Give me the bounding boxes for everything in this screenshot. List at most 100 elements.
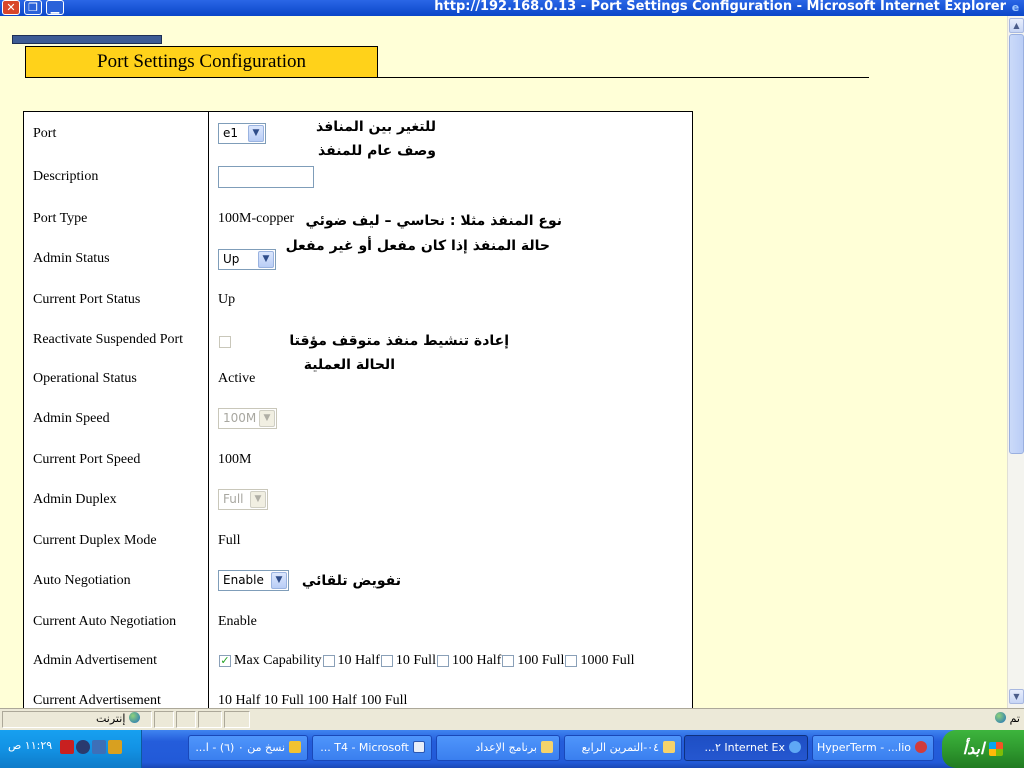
page-content: Port Settings Configuration Port e1 ▼ De… (0, 16, 1007, 708)
admin-speed-select-value: 100M (223, 411, 257, 425)
description-input[interactable] (218, 166, 314, 188)
folder-icon (663, 741, 675, 753)
close-window-button[interactable]: ✕ (2, 0, 20, 15)
ie-icon (789, 741, 801, 753)
port-type-label: Port Type (33, 211, 88, 226)
tray-app-icon[interactable] (60, 740, 74, 754)
task-label: T4 - Microsoft ... (320, 741, 409, 754)
status-panel (224, 711, 250, 728)
admin-speed-select[interactable]: 100M ▼ (218, 408, 277, 429)
port-label: Port (33, 126, 57, 141)
taskbar-button-hyperterminal[interactable]: HyperTerm - ...lio (812, 735, 934, 761)
hyperterminal-icon (915, 741, 927, 753)
admin-speed-label: Admin Speed (33, 411, 110, 426)
tray-clock[interactable]: ١١:٢٩ ص (8, 739, 52, 752)
minimize-window-button[interactable]: ▁ (46, 0, 64, 15)
current-auto-negotiation-value: Enable (218, 614, 257, 629)
admin-status-label: Admin Status (33, 251, 110, 266)
status-panel (176, 711, 196, 728)
status-panel (198, 711, 222, 728)
scroll-up-button[interactable]: ▲ (1009, 18, 1024, 33)
auto-negotiation-label: Auto Negotiation (33, 573, 131, 588)
10-full-checkbox[interactable] (380, 655, 393, 667)
task-label: ٠٤-التمرين الرابع (581, 741, 659, 754)
current-auto-negotiation-label: Current Auto Negotiation (33, 614, 177, 629)
scrollbar-thumb[interactable] (1009, 34, 1024, 454)
port-settings-form: Port e1 ▼ Description Port Type 100M-cop… (23, 111, 693, 708)
port-select[interactable]: e1 ▼ (218, 123, 266, 144)
current-port-status-label: Current Port Status (33, 292, 141, 307)
task-label: برنامج الإعداد (475, 741, 537, 754)
current-duplex-mode-label: Current Duplex Mode (33, 533, 157, 548)
status-done-label: تم (1009, 712, 1020, 725)
current-port-speed-label: Current Port Speed (33, 452, 141, 467)
10-half-checkbox[interactable] (322, 655, 335, 667)
maximize-window-button[interactable]: ❐ (24, 0, 42, 15)
annotation-admin-status: حالة المنفذ إذا كان مفعل أو غير مفعل (285, 238, 550, 254)
start-button[interactable]: ابدأ (942, 730, 1024, 768)
taskbar-button-exercise-folder[interactable]: ٠٤-التمرين الرابع (564, 735, 682, 761)
system-tray: ١١:٢٩ ص (0, 730, 142, 768)
taskbar-button-setup-folder[interactable]: برنامج الإعداد (436, 735, 560, 761)
current-port-speed-value: 100M (218, 452, 252, 467)
reactivate-checkbox[interactable] (219, 336, 231, 348)
admin-duplex-label: Admin Duplex (33, 492, 117, 507)
1000-full-option-label: 1000 Full (580, 653, 635, 668)
header-decoration-bar (12, 35, 162, 44)
admin-status-select[interactable]: Up ▼ (218, 249, 276, 270)
annotation-port: للتغير بين المنافذ (316, 119, 436, 135)
annotation-description: وصف عام للمنفذ (318, 143, 436, 159)
admin-duplex-select[interactable]: Full ▼ (218, 489, 268, 510)
security-zone-label: إنترنت (96, 712, 126, 725)
taskbar-button-copy[interactable]: نسخ من ٠ (٦) - ا... (188, 735, 308, 761)
page-icon (995, 712, 1007, 723)
100-full-option-label: 100 Full (517, 653, 565, 668)
browser-status-bar: إنترنت تم (0, 708, 1024, 730)
status-panel (154, 711, 174, 728)
chevron-down-icon: ▼ (258, 251, 274, 268)
column-divider (208, 112, 209, 708)
task-label: HyperTerm - ...lio (816, 741, 911, 754)
ie-logo-icon: e (1011, 1, 1020, 14)
window-title-bar: ✕ ❐ ▁ http://192.168.0.13 - Port Setting… (0, 0, 1024, 16)
chevron-down-icon: ▼ (259, 410, 275, 427)
annotation-port-type: نوع المنفذ مثلا : نحاسي – ليف ضوئي (305, 213, 562, 229)
window-title: http://192.168.0.13 - Port Settings Conf… (434, 0, 1006, 14)
annotation-operational-status: الحالة العملية (303, 357, 395, 373)
100-half-checkbox[interactable] (436, 655, 449, 667)
port-type-value: 100M-copper (218, 211, 295, 226)
admin-status-select-value: Up (223, 252, 240, 266)
folder-icon (541, 741, 553, 753)
admin-advertisement-label: Admin Advertisement (33, 653, 158, 668)
10-half-option-label: 10 Half (337, 653, 380, 668)
admin-advertisement-options: ✓ Max Capability 10 Half 10 Full 100 Hal… (218, 652, 635, 670)
reactivate-label: Reactivate Suspended Port (33, 332, 184, 347)
tray-app-icon[interactable] (108, 740, 122, 754)
windows-taskbar: ١١:٢٩ ص نسخ من ٠ (٦) - ا... T4 - Microso… (0, 730, 1024, 768)
task-label: نسخ من ٠ (٦) - ا... (195, 741, 285, 754)
page-title: Port Settings Configuration (25, 46, 378, 78)
100-full-checkbox[interactable] (502, 655, 515, 667)
chevron-down-icon: ▼ (250, 491, 266, 508)
vertical-scrollbar[interactable]: ▲ ▼ (1007, 16, 1024, 708)
taskbar-button-word[interactable]: T4 - Microsoft ... (312, 735, 432, 761)
tray-clock-icon[interactable] (76, 740, 90, 754)
1000-full-checkbox[interactable] (565, 655, 578, 667)
security-zone: إنترنت (96, 712, 140, 725)
auto-negotiation-select[interactable]: Enable ▼ (218, 570, 289, 591)
taskbar-button-internet-explorer[interactable]: Internet Ex ٢... (684, 735, 808, 761)
tray-icons (60, 740, 122, 754)
file-icon (289, 741, 301, 753)
chevron-down-icon: ▼ (271, 572, 287, 589)
internet-zone-icon (128, 712, 140, 723)
current-port-status-value: Up (218, 292, 236, 307)
header-underline (377, 77, 869, 78)
annotation-reactivate: إعادة تنشيط منفذ متوقف مؤقتا (289, 333, 509, 349)
windows-logo-icon (989, 742, 1004, 756)
start-label: ابدأ (962, 739, 985, 758)
network-icon[interactable] (92, 740, 106, 754)
max-capability-checkbox[interactable]: ✓ (219, 655, 231, 667)
scroll-down-button[interactable]: ▼ (1009, 689, 1024, 704)
100-half-option-label: 100 Half (451, 653, 502, 668)
description-label: Description (33, 169, 99, 184)
